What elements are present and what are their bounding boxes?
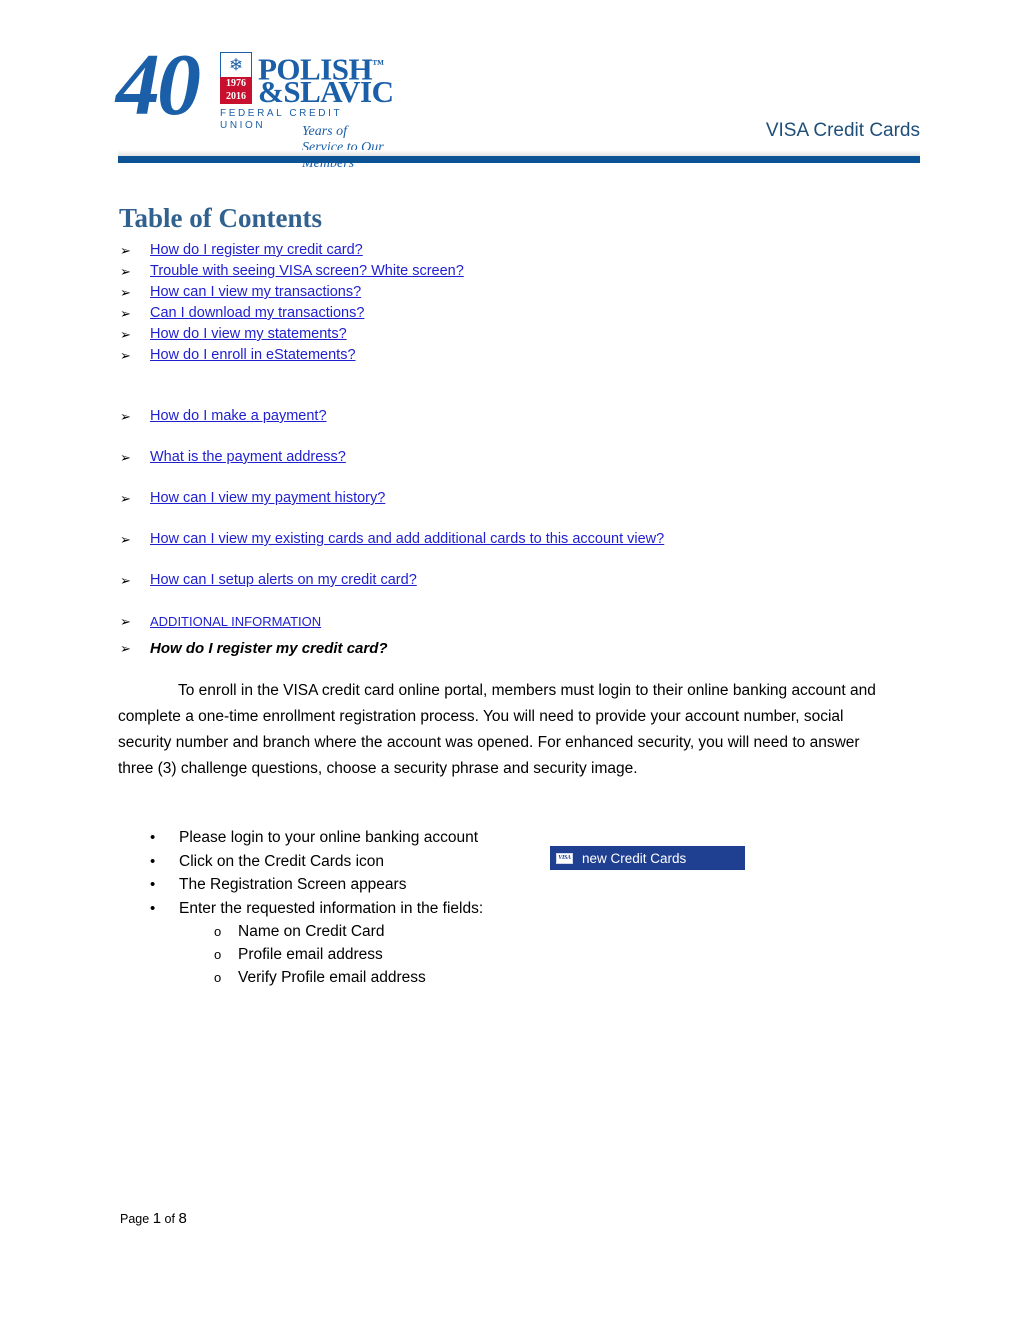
page-title: VISA Credit Cards: [765, 120, 920, 141]
section-heading-text: How do I register my credit card?: [150, 640, 388, 657]
visa-icon-label: VISA: [558, 855, 571, 861]
trademark-mark: ™: [372, 57, 384, 71]
toc-entry[interactable]: ➢ How can I view my existing cards and a…: [119, 529, 919, 550]
toc-entry[interactable]: ➢ How do I enroll in eStatements?: [119, 345, 919, 366]
section-paragraph: To enroll in the VISA credit card online…: [118, 682, 876, 777]
arrow-bullet-icon: ➢: [120, 243, 131, 258]
toc-entry[interactable]: ➢ How can I setup alerts on my credit ca…: [119, 570, 919, 591]
arrow-bullet-icon: ➢: [120, 409, 131, 424]
bullet-dot-icon: •: [150, 829, 156, 846]
toc-entry[interactable]: ➢ ADDITIONAL INFORMATION: [119, 611, 919, 632]
arrow-bullet-icon: ➢: [120, 641, 131, 656]
toc-link[interactable]: How do I register my credit card?: [150, 240, 363, 261]
arrow-bullet-icon: ➢: [120, 306, 131, 321]
footer-prefix: Page: [120, 1212, 150, 1226]
toc-link[interactable]: How do I view my statements?: [150, 324, 347, 345]
toc-entry[interactable]: ➢ How do I view my statements?: [119, 324, 919, 345]
year-to: 2016: [226, 90, 246, 102]
footer-current-page: 1: [152, 1210, 162, 1227]
arrow-bullet-icon: ➢: [120, 614, 131, 629]
arrow-bullet-icon: ➢: [120, 532, 131, 547]
toc-entry[interactable]: ➢ Can I download my transactions?: [119, 303, 919, 324]
toc-link[interactable]: ADDITIONAL INFORMATION: [150, 611, 321, 632]
sub-list-item: o Name on Credit Card: [150, 920, 710, 943]
arrow-bullet-icon: ➢: [120, 264, 131, 279]
sub-list-item: o Verify Profile email address: [150, 966, 710, 989]
toc-entry[interactable]: ➢ How do I make a payment?: [119, 406, 919, 427]
hollow-circle-bullet-icon: o: [214, 947, 222, 962]
year-from: 1976: [226, 78, 246, 89]
toc-link[interactable]: What is the payment address?: [150, 447, 346, 468]
toc-link[interactable]: Can I download my transactions?: [150, 303, 364, 324]
bullet-dot-icon: •: [150, 899, 156, 917]
footer-middle: of: [164, 1212, 175, 1226]
toc-link[interactable]: How can I setup alerts on my credit card…: [150, 570, 417, 591]
arrow-bullet-icon: ➢: [120, 491, 131, 506]
toc-link[interactable]: How can I view my existing cards and add…: [150, 529, 664, 550]
sub-list-item-label: Profile email address: [238, 946, 383, 963]
maple-leaf-icon: ❄: [228, 55, 244, 75]
visa-card-icon: VISA: [556, 852, 573, 864]
list-item-label: Click on the Credit Cards icon: [179, 852, 385, 870]
toc-link[interactable]: How can I view my transactions?: [150, 282, 361, 303]
list-item: • The Registration Screen appears: [150, 873, 710, 897]
sub-list-item-label: Name on Credit Card: [238, 923, 385, 940]
toc-link[interactable]: How do I enroll in eStatements?: [150, 345, 356, 366]
anniversary-40-mark: 40: [116, 37, 201, 134]
arrow-bullet-icon: ➢: [120, 450, 131, 465]
psfcu-logo: 40 ❄ 1976 2016 POLISH™ &SLAVIC FEDERAL C…: [116, 37, 394, 172]
brand-name-line2: &SLAVIC: [258, 74, 394, 109]
leaf-emblem-icon: ❄: [220, 52, 252, 78]
arrow-bullet-icon: ➢: [120, 573, 131, 588]
document-page: 40 ❄ 1976 2016 POLISH™ &SLAVIC FEDERAL C…: [0, 0, 1020, 1320]
table-of-contents-heading: Table of Contents: [119, 203, 323, 233]
header-divider: [118, 156, 920, 163]
toc-entry[interactable]: ➢ How can I view my transactions?: [119, 282, 919, 303]
toc-entry[interactable]: ➢ What is the payment address?: [119, 447, 919, 468]
list-item-label: Please login to your online banking acco…: [179, 829, 479, 846]
page-header: 40 ❄ 1976 2016 POLISH™ &SLAVIC FEDERAL C…: [0, 0, 1020, 172]
toc-link[interactable]: How can I view my payment history?: [150, 488, 385, 509]
bullet-dot-icon: •: [150, 852, 156, 870]
page-footer: Page 1 of 8: [120, 1210, 187, 1227]
hollow-circle-bullet-icon: o: [214, 924, 222, 939]
toc-link[interactable]: Trouble with seeing VISA screen? White s…: [150, 261, 464, 282]
arrow-bullet-icon: ➢: [120, 327, 131, 342]
hollow-circle-bullet-icon: o: [214, 970, 222, 985]
toc-entry[interactable]: ➢ How do I register my credit card?: [119, 240, 919, 261]
table-of-contents: ➢ How do I register my credit card? ➢ Tr…: [119, 240, 919, 632]
list-item-label: The Registration Screen appears: [179, 876, 407, 893]
list-item: • Enter the requested information in the…: [150, 897, 710, 921]
bullet-dot-icon: •: [150, 876, 156, 893]
arrow-bullet-icon: ➢: [120, 348, 131, 363]
arrow-bullet-icon: ➢: [120, 285, 131, 300]
brand-tagline: Years of Service to Our Members: [302, 124, 384, 171]
toc-entry[interactable]: ➢ How can I view my payment history?: [119, 488, 919, 509]
new-credit-cards-button-label: new Credit Cards: [582, 850, 687, 866]
sub-list-item: o Profile email address: [150, 943, 710, 966]
logo-emblem: ❄ 1976 2016: [220, 52, 254, 104]
anniversary-years-badge: 1976 2016: [220, 77, 252, 104]
footer-total-pages: 8: [178, 1210, 187, 1227]
toc-link[interactable]: How do I make a payment?: [150, 406, 327, 427]
new-credit-cards-button[interactable]: VISA new Credit Cards: [550, 846, 745, 870]
list-item-label: Enter the requested information in the f…: [179, 899, 484, 917]
sub-list-item-label: Verify Profile email address: [238, 969, 426, 986]
toc-entry[interactable]: ➢ Trouble with seeing VISA screen? White…: [119, 261, 919, 282]
